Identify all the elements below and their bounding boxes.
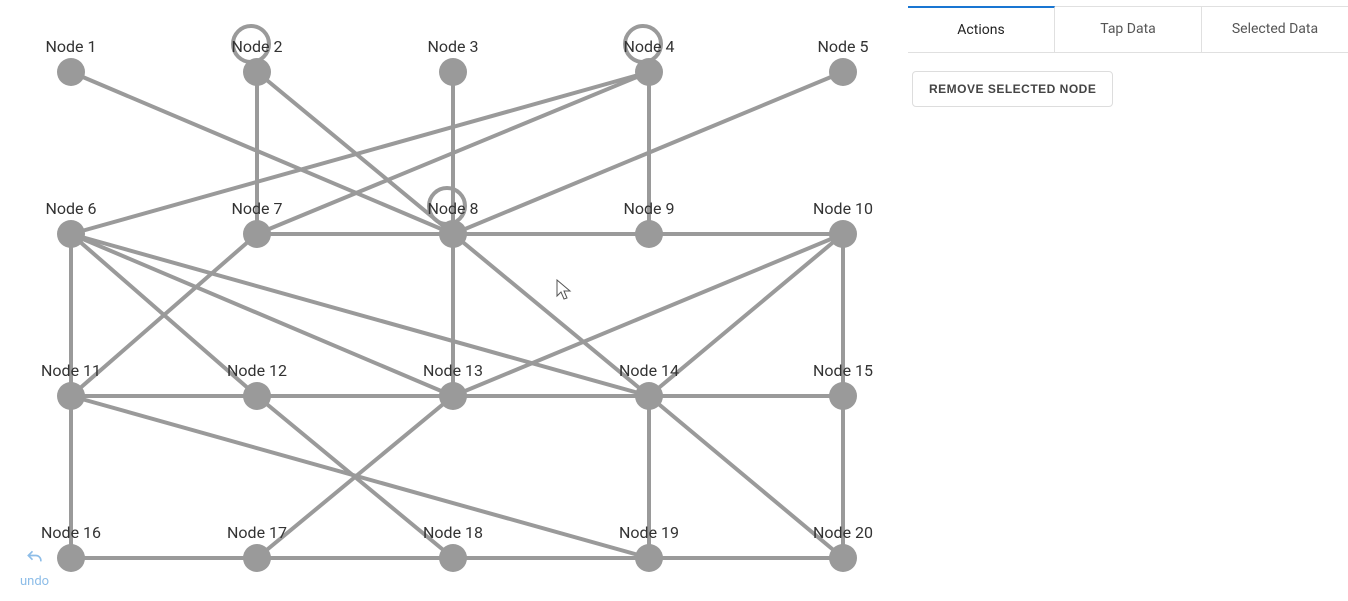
- graph-node[interactable]: [243, 58, 271, 86]
- tab-tap-data-label: Tap Data: [1100, 21, 1156, 37]
- graph-node[interactable]: [439, 220, 467, 248]
- edge-selfloop[interactable]: [233, 26, 269, 62]
- undo-icon: [25, 548, 45, 572]
- graph-node[interactable]: [439, 58, 467, 86]
- graph-node[interactable]: [57, 544, 85, 572]
- graph-svg[interactable]: [0, 0, 908, 601]
- tab-tap-data[interactable]: Tap Data: [1055, 6, 1202, 52]
- edge[interactable]: [649, 396, 843, 558]
- graph-node[interactable]: [635, 58, 663, 86]
- graph-canvas[interactable]: Node 1Node 2Node 3Node 4Node 5Node 6Node…: [0, 0, 908, 601]
- edge[interactable]: [453, 234, 843, 396]
- edge[interactable]: [71, 72, 453, 234]
- edge[interactable]: [71, 396, 649, 558]
- remove-selected-node-button[interactable]: Remove Selected Node: [912, 71, 1113, 107]
- graph-node[interactable]: [439, 382, 467, 410]
- graph-node[interactable]: [829, 382, 857, 410]
- graph-node[interactable]: [57, 220, 85, 248]
- actions-panel: Remove Selected Node: [908, 53, 1348, 107]
- sidebar: Actions Tap Data Selected Data Remove Se…: [908, 0, 1348, 601]
- graph-node[interactable]: [243, 544, 271, 572]
- edge-selfloop[interactable]: [429, 188, 465, 224]
- edge[interactable]: [649, 234, 843, 396]
- tab-selected-data[interactable]: Selected Data: [1202, 6, 1348, 52]
- graph-node[interactable]: [243, 220, 271, 248]
- edge[interactable]: [71, 72, 649, 234]
- graph-node[interactable]: [635, 382, 663, 410]
- edge[interactable]: [453, 234, 649, 396]
- undo-label: undo: [20, 574, 49, 589]
- edge[interactable]: [71, 234, 649, 396]
- edge[interactable]: [71, 234, 453, 396]
- tabs: Actions Tap Data Selected Data: [908, 6, 1348, 53]
- graph-node[interactable]: [635, 220, 663, 248]
- graph-node[interactable]: [243, 382, 271, 410]
- graph-node[interactable]: [829, 544, 857, 572]
- app-layout: Node 1Node 2Node 3Node 4Node 5Node 6Node…: [0, 0, 1348, 601]
- tab-selected-data-label: Selected Data: [1232, 21, 1318, 37]
- remove-selected-node-label: Remove Selected Node: [929, 82, 1096, 96]
- tab-actions-label: Actions: [957, 22, 1004, 38]
- graph-node[interactable]: [635, 544, 663, 572]
- graph-node[interactable]: [57, 382, 85, 410]
- graph-node[interactable]: [57, 58, 85, 86]
- graph-node[interactable]: [439, 544, 467, 572]
- tab-actions[interactable]: Actions: [908, 6, 1055, 52]
- undo-button[interactable]: undo: [20, 548, 49, 589]
- graph-node[interactable]: [829, 220, 857, 248]
- edge-selfloop[interactable]: [625, 26, 661, 62]
- graph-node[interactable]: [829, 58, 857, 86]
